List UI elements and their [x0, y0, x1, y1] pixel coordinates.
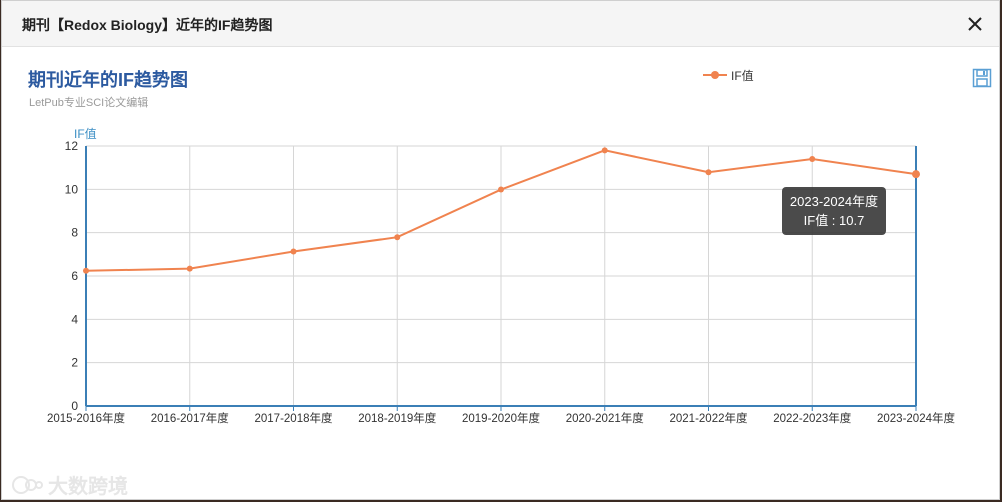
data-point: [601, 147, 608, 154]
data-point: [809, 156, 816, 162]
data-point: [705, 169, 712, 176]
x-tick-label: 2019-2020年度: [462, 411, 540, 425]
y-tick-label: 12: [65, 139, 79, 153]
data-point: [186, 265, 193, 272]
data-point: [394, 234, 401, 241]
y-tick-label: 10: [65, 182, 79, 196]
data-point: [498, 186, 504, 193]
x-tick-label: 2022-2023年度: [773, 411, 851, 425]
tooltip-value: IF值 : 10.7: [803, 213, 865, 228]
y-tick-label: 2: [71, 356, 78, 370]
x-tick-label: 2020-2021年度: [566, 411, 644, 425]
x-tick-label: 2023-2024年度: [877, 411, 955, 425]
tooltip-title: 2023-2024年度: [789, 194, 879, 209]
y-tick-label: 4: [71, 312, 78, 326]
y-tick-label: 6: [71, 269, 78, 283]
data-point: [912, 170, 920, 179]
chart-tooltip: 2023-2024年度 IF值 : 10.7: [782, 187, 886, 235]
x-tick-label: 2015-2016年度: [47, 411, 125, 425]
y-tick-label: 8: [71, 226, 78, 240]
data-point: [290, 248, 297, 255]
watermark-text: 大数跨境: [48, 476, 128, 498]
x-tick-label: 2021-2022年度: [670, 411, 748, 425]
y-tick-label: 0: [71, 399, 78, 413]
x-tick-label: 2018-2019年度: [358, 411, 436, 425]
x-tick-label: 2016-2017年度: [151, 411, 229, 425]
watermark: 大数跨境: [10, 470, 128, 499]
x-tick-label: 2017-2018年度: [255, 411, 333, 425]
data-point: [83, 267, 89, 274]
watermark-logo-icon: [12, 475, 43, 494]
line-chart: 0 2 4 6 8 10 12 2015-2016年度 2016-2017年度 2017-2018…: [47, 139, 955, 425]
